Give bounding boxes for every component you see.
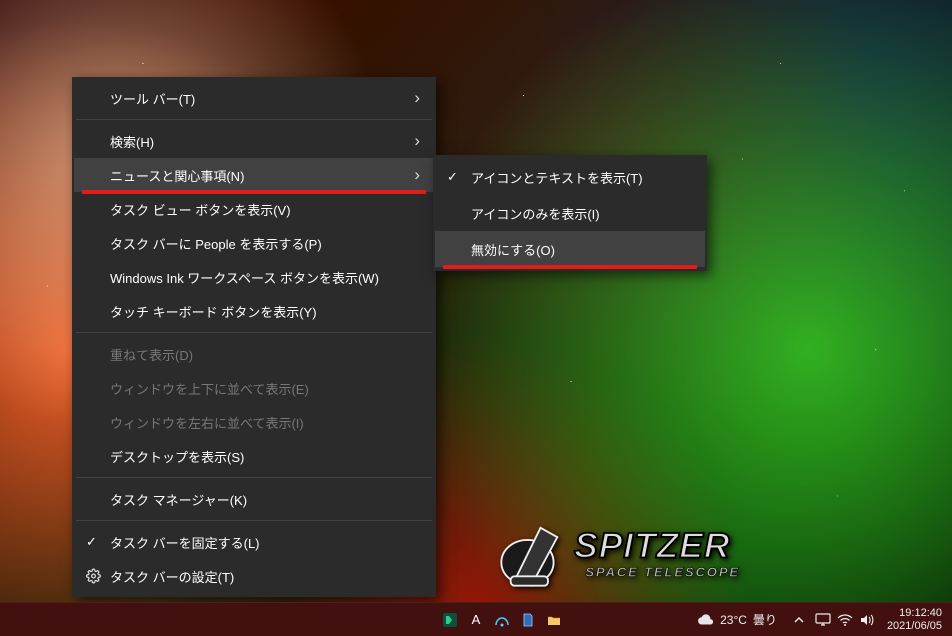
menu-item-label: ツール バー(T) — [110, 89, 195, 108]
gear-icon — [86, 569, 101, 584]
cloud-icon — [696, 613, 714, 627]
taskbar-systray — [785, 603, 881, 636]
ime-a-icon[interactable]: A — [465, 609, 487, 631]
menu-separator — [76, 520, 432, 521]
weather-temp: 23°C — [720, 613, 747, 627]
menu-item-stack-vert: ウィンドウを上下に並べて表示(E) — [74, 371, 434, 405]
menu-item-taskview-button[interactable]: タスク ビュー ボタンを表示(V) — [74, 192, 434, 226]
chevron-right-icon: › — [414, 165, 420, 185]
monitor-icon[interactable] — [813, 610, 833, 630]
menu-separator — [76, 477, 432, 478]
menu-item-label: 重ねて表示(D) — [110, 345, 193, 364]
annotation-underline — [443, 265, 697, 269]
taskbar-context-menu: ツール バー(T) › 検索(H) › ニュースと関心事項(N) › タスク ビ… — [72, 77, 436, 597]
menu-item-news-interests[interactable]: ニュースと関心事項(N) › — [74, 158, 434, 192]
menu-item-label: タッチ キーボード ボタンを表示(Y) — [110, 302, 317, 321]
menu-item-label: アイコンのみを表示(I) — [471, 204, 600, 223]
taskbar[interactable]: A 23°C 曇り 19:12:40 2021 — [0, 602, 952, 636]
clock-time: 19:12:40 — [887, 607, 942, 620]
menu-item-cascade: 重ねて表示(D) — [74, 337, 434, 371]
menu-separator — [76, 119, 432, 120]
check-icon: ✓ — [447, 169, 458, 185]
dashlane-icon[interactable] — [439, 609, 461, 631]
menu-item-toolbars[interactable]: ツール バー(T) › — [74, 81, 434, 115]
menu-item-label: タスク バーを固定する(L) — [110, 533, 260, 552]
menu-item-label: タスク バーに People を表示する(P) — [110, 234, 322, 253]
taskbar-tray-left: A — [439, 609, 565, 631]
chevron-right-icon: › — [414, 88, 420, 108]
news-interests-submenu: ✓ アイコンとテキストを表示(T) アイコンのみを表示(I) 無効にする(O) — [433, 155, 707, 271]
taskbar-weather[interactable]: 23°C 曇り — [688, 603, 785, 636]
menu-item-label: ウィンドウを上下に並べて表示(E) — [110, 379, 309, 398]
menu-item-taskbar-settings[interactable]: タスク バーの設定(T) — [74, 559, 434, 593]
menu-item-show-desktop[interactable]: デスクトップを表示(S) — [74, 439, 434, 473]
menu-separator — [76, 332, 432, 333]
sdcard-icon[interactable] — [517, 609, 539, 631]
menu-item-label: タスク バーの設定(T) — [110, 567, 234, 586]
menu-item-stack-horiz: ウィンドウを左右に並べて表示(I) — [74, 405, 434, 439]
wifi-analyzer-icon[interactable] — [491, 609, 513, 631]
submenu-item-disable[interactable]: 無効にする(O) — [435, 231, 705, 267]
menu-item-label: タスク マネージャー(K) — [110, 490, 247, 509]
menu-item-label: Windows Ink ワークスペース ボタンを表示(W) — [110, 268, 379, 287]
chevron-up-icon[interactable] — [789, 610, 809, 630]
weather-text: 曇り — [753, 611, 777, 628]
menu-item-label: 検索(H) — [110, 132, 154, 151]
menu-item-label: デスクトップを表示(S) — [110, 447, 244, 466]
folder-icon[interactable] — [543, 609, 565, 631]
menu-item-lock-taskbar[interactable]: ✓ タスク バーを固定する(L) — [74, 525, 434, 559]
menu-item-label: ニュースと関心事項(N) — [110, 166, 244, 185]
menu-item-task-manager[interactable]: タスク マネージャー(K) — [74, 482, 434, 516]
menu-item-label: 無効にする(O) — [471, 240, 555, 259]
menu-item-people[interactable]: タスク バーに People を表示する(P) — [74, 226, 434, 260]
chevron-right-icon: › — [414, 131, 420, 151]
menu-item-label: アイコンとテキストを表示(T) — [471, 168, 643, 187]
taskbar-clock[interactable]: 19:12:40 2021/06/05 — [881, 607, 952, 632]
submenu-item-icon-only[interactable]: アイコンのみを表示(I) — [435, 195, 705, 231]
menu-item-label: ウィンドウを左右に並べて表示(I) — [110, 413, 304, 432]
clock-date: 2021/06/05 — [887, 620, 942, 633]
check-icon: ✓ — [86, 534, 97, 550]
menu-item-ink-workspace[interactable]: Windows Ink ワークスペース ボタンを表示(W) — [74, 260, 434, 294]
volume-icon[interactable] — [857, 610, 877, 630]
menu-item-label: タスク ビュー ボタンを表示(V) — [110, 200, 291, 219]
menu-item-search[interactable]: 検索(H) › — [74, 124, 434, 158]
submenu-item-icon-text[interactable]: ✓ アイコンとテキストを表示(T) — [435, 159, 705, 195]
wifi-icon[interactable] — [835, 610, 855, 630]
menu-item-touch-keyboard[interactable]: タッチ キーボード ボタンを表示(Y) — [74, 294, 434, 328]
